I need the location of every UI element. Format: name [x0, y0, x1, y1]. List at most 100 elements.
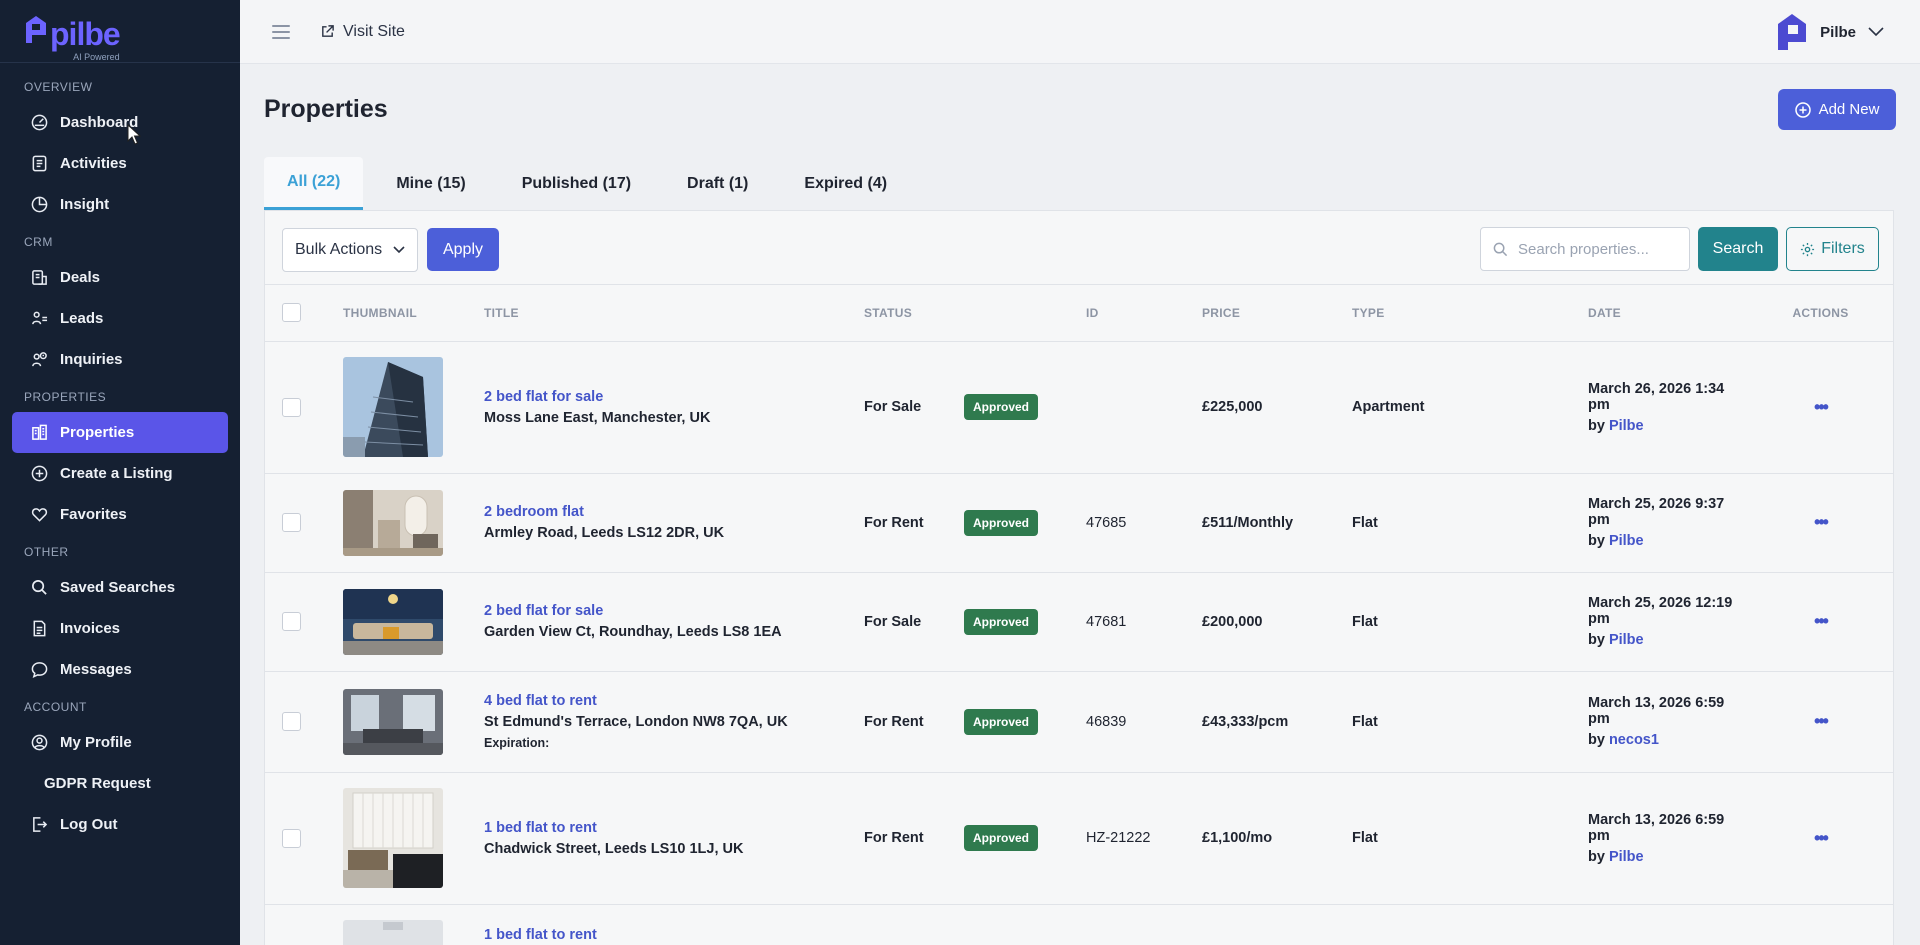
nav-section-crm: CRM: [24, 235, 53, 249]
author-link[interactable]: Pilbe: [1609, 849, 1644, 865]
column-header-price: PRICE: [1202, 285, 1352, 342]
sidebar-item-properties[interactable]: Properties: [12, 412, 228, 453]
column-header-title: TITLE: [484, 285, 864, 342]
sidebar-item-favorites[interactable]: Favorites: [12, 494, 228, 535]
property-type: Flat: [1352, 671, 1588, 773]
leads-icon: [30, 310, 48, 328]
property-price: £511/Monthly: [1202, 473, 1352, 573]
property-title-link[interactable]: 4 bed flat to rent: [484, 693, 864, 709]
expiration-label: Expiration:: [484, 736, 550, 750]
search-field[interactable]: [1480, 227, 1690, 271]
plus-circle-icon: [30, 465, 48, 483]
column-header-date: DATE: [1588, 285, 1748, 342]
row-actions-menu-icon[interactable]: •••: [1814, 828, 1829, 848]
tab-expired[interactable]: Expired (4): [781, 157, 910, 210]
property-date: March 13, 2026 6:59 pm: [1588, 695, 1725, 727]
property-title-link[interactable]: 1 bed flat to rent: [484, 820, 864, 836]
property-thumbnail[interactable]: [343, 489, 443, 556]
row-actions-menu-icon[interactable]: •••: [1814, 711, 1829, 731]
row-actions-menu-icon[interactable]: •••: [1814, 512, 1829, 532]
bulk-actions-value: Bulk Actions: [295, 241, 383, 258]
menu-toggle-icon[interactable]: [272, 24, 290, 39]
tab-all[interactable]: All (22): [264, 157, 364, 210]
sidebar-item-activities[interactable]: Activities: [12, 143, 228, 184]
search-input[interactable]: [1518, 240, 1678, 258]
property-id: 47681: [1086, 572, 1202, 672]
property-thumbnail[interactable]: [343, 688, 443, 755]
status-badge: Approved: [964, 509, 1039, 536]
property-title-link[interactable]: 2 bedroom flat: [484, 504, 864, 520]
listing-type: For Sale: [864, 341, 964, 474]
sidebar-item-label: Deals: [60, 269, 101, 286]
table-toolbar: Bulk Actions Apply Search Filters: [265, 211, 1893, 285]
sidebar-item-messages[interactable]: Messages: [12, 649, 228, 690]
filters-label: Filters: [1821, 240, 1865, 257]
sidebar-item-deals[interactable]: Deals: [12, 257, 228, 298]
property-address: Armley Road, Leeds LS12 2DR, UK: [484, 525, 725, 541]
row-checkbox[interactable]: [282, 513, 301, 532]
sidebar-item-label: Leads: [60, 310, 104, 327]
property-id: HZ-21222: [1086, 772, 1202, 905]
sidebar-item-saved-searches[interactable]: Saved Searches: [12, 567, 228, 608]
property-id: 46839: [1086, 671, 1202, 773]
sidebar-item-invoices[interactable]: Invoices: [12, 608, 228, 649]
activities-icon: [30, 155, 48, 173]
author-link[interactable]: Pilbe: [1609, 418, 1644, 434]
property-address: Chadwick Street, Leeds LS10 1LJ, UK: [484, 840, 744, 857]
property-author: by Pilbe: [1588, 849, 1748, 865]
external-link-icon: [320, 24, 335, 39]
sidebar-item-my-profile[interactable]: My Profile: [12, 722, 228, 763]
tab-published[interactable]: Published (17): [499, 157, 654, 210]
property-thumbnail[interactable]: [343, 357, 443, 457]
row-actions-menu-icon[interactable]: •••: [1814, 611, 1829, 631]
property-thumbnail[interactable]: [343, 919, 443, 945]
sidebar: pilbe AI Powered OVERVIEW Dashboard Acti…: [0, 0, 240, 945]
table-row: 1 bed flat to rent: [265, 904, 1893, 945]
user-menu[interactable]: Pilbe: [1776, 12, 1884, 52]
nav-section-other: OTHER: [24, 545, 69, 559]
property-thumbnail[interactable]: [343, 588, 443, 655]
sidebar-item-leads[interactable]: Leads: [12, 298, 228, 339]
row-checkbox[interactable]: [282, 612, 301, 631]
row-checkbox[interactable]: [282, 712, 301, 731]
bulk-actions-select[interactable]: Bulk Actions: [282, 228, 418, 272]
apply-button[interactable]: Apply: [427, 228, 499, 271]
sidebar-item-label: Insight: [60, 196, 110, 213]
property-type: Flat: [1352, 572, 1588, 672]
search-icon: [1493, 242, 1508, 256]
filters-button[interactable]: Filters: [1786, 227, 1879, 271]
tab-draft[interactable]: Draft (1): [664, 157, 771, 210]
add-new-button[interactable]: Add New: [1778, 89, 1896, 130]
column-header-actions: ACTIONS: [1748, 285, 1893, 342]
property-thumbnail[interactable]: [343, 788, 443, 888]
sidebar-item-label: Invoices: [60, 620, 121, 637]
search-button[interactable]: Search: [1698, 227, 1778, 271]
sidebar-item-inquiries[interactable]: Inquiries: [12, 339, 228, 380]
logo[interactable]: pilbe AI Powered: [0, 0, 240, 63]
sidebar-item-insight[interactable]: Insight: [12, 184, 228, 225]
sidebar-item-dashboard[interactable]: Dashboard: [12, 102, 228, 143]
author-link[interactable]: Pilbe: [1609, 533, 1644, 549]
author-link[interactable]: necos1: [1609, 732, 1659, 748]
tab-mine[interactable]: Mine (15): [373, 157, 488, 210]
sidebar-item-log-out[interactable]: Log Out: [12, 804, 228, 845]
property-address: St Edmund's Terrace, London NW8 7QA, UK: [484, 714, 788, 730]
invoice-icon: [30, 620, 48, 638]
row-checkbox[interactable]: [282, 397, 301, 417]
property-author: by necos1: [1588, 732, 1748, 748]
select-all-checkbox[interactable]: [282, 303, 301, 323]
add-new-label: Add New: [1818, 101, 1880, 118]
sidebar-item-gdpr-request[interactable]: GDPR Request: [12, 763, 228, 804]
property-title-link[interactable]: 1 bed flat to rent: [484, 927, 864, 943]
column-header-type: TYPE: [1352, 285, 1588, 342]
sidebar-item-create-listing[interactable]: Create a Listing: [12, 453, 228, 494]
sidebar-item-label: Log Out: [60, 816, 118, 833]
author-link[interactable]: Pilbe: [1609, 632, 1644, 648]
author-prefix: by: [1588, 732, 1605, 748]
row-checkbox[interactable]: [282, 828, 301, 848]
table-row: 4 bed flat to rent St Edmund's Terrace, …: [265, 671, 1893, 773]
visit-site-link[interactable]: Visit Site: [320, 23, 405, 41]
row-actions-menu-icon[interactable]: •••: [1814, 397, 1829, 417]
property-title-link[interactable]: 2 bed flat for sale: [484, 389, 864, 405]
property-title-link[interactable]: 2 bed flat for sale: [484, 603, 864, 619]
